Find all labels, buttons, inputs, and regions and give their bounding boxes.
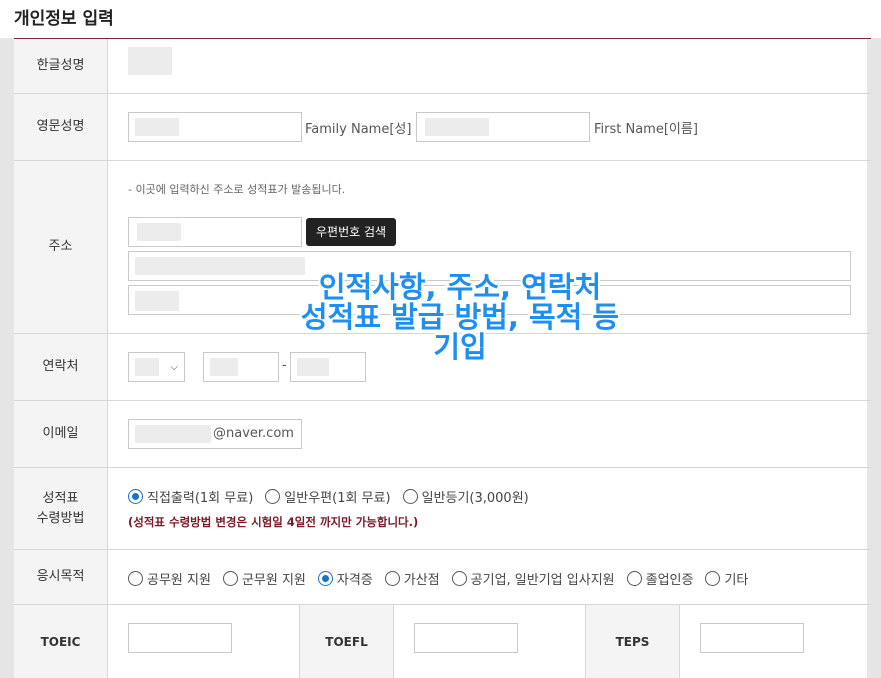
radio-job-application[interactable]: 공기업, 일반기업 입사지원 [451,569,615,588]
heading-strip [0,0,881,38]
teps-input[interactable] [700,623,804,653]
row-scores: TOEIC TOEFL TEPS [14,605,871,678]
row-receipt-method: 성적표 수령방법 직접출력(1회 무료) 일반우편(1회 무료) 일반등기(3,… [14,468,871,550]
address-line2-redacted [135,291,179,311]
toeic-cell [108,605,300,678]
radio-civil-servant[interactable]: 공무원 지원 [128,569,211,588]
radio-circle[interactable] [265,489,281,504]
radio-label: 군무원 지원 [241,573,306,588]
label-receipt-line2: 수령방법 [36,510,85,526]
address-hint: - 이곳에 입력하신 주소로 성적표가 발송됩니다. [128,183,346,196]
family-name-redacted [135,118,179,136]
first-name-redacted [425,118,489,136]
label-receipt-method: 성적표 수령방법 [14,468,108,549]
section-title: 개인정보 입력 [14,9,114,29]
radio-graduation[interactable]: 졸업인증 [626,569,694,588]
row-korean-name: 한글성명 [14,39,871,94]
radio-label: 일반우편(1회 무료) [284,491,391,506]
korean-name-value [108,39,871,93]
teps-cell [680,605,871,678]
radio-military-civilian[interactable]: 군무원 지원 [222,569,306,588]
radio-circle[interactable] [128,571,143,586]
purpose-options: 공무원 지원 군무원 지원 자격증 가산점 공기업, 일반기업 입사지원 졸업인… [128,569,760,588]
label-teps: TEPS [586,605,680,678]
phone-prefix-redacted [135,358,159,376]
row-email: 이메일 @naver.com [14,401,871,468]
label-english-name: 영문성명 [14,94,108,160]
label-email: 이메일 [14,401,108,467]
radio-label: 기타 [724,573,749,588]
first-name-label: First Name[이름] [594,122,698,137]
radio-direct-print[interactable]: 직접출력(1회 무료) [128,487,253,506]
family-name-label: Family Name[성] [305,122,412,137]
annotation-overlay: 인적사항, 주소, 연락처 성적표 발급 방법, 목적 등 기입 [230,272,690,362]
radio-circle[interactable] [626,571,642,586]
radio-circle[interactable] [402,489,418,504]
radio-circle[interactable] [384,571,400,586]
radio-label: 자격증 [336,573,373,588]
phone-prefix-select[interactable]: ⌵ [128,352,185,382]
overlay-line2: 성적표 발급 방법, 목적 등 [300,300,620,334]
label-address: 주소 [14,161,108,333]
row-english-name: 영문성명 Family Name[성] First Name[이름] [14,94,871,161]
family-name-input[interactable] [128,112,302,142]
email-domain: @naver.com [213,426,294,441]
radio-registered-mail[interactable]: 일반등기(3,000원) [402,487,529,506]
radio-circle[interactable] [705,571,721,586]
radio-label: 가산점 [403,573,440,588]
radio-label: 직접출력(1회 무료) [147,491,254,506]
postcode-input[interactable] [128,217,302,247]
toeic-input[interactable] [128,623,232,653]
postcode-redacted [137,223,181,241]
radio-other[interactable]: 기타 [705,569,748,588]
label-purpose: 응시목적 [14,550,108,604]
postcode-search-button[interactable]: 우편번호 검색 [306,218,397,246]
email-input[interactable]: @naver.com [128,419,302,449]
radio-label: 졸업인증 [645,573,694,588]
email-id-redacted [135,425,211,443]
overlay-line3: 기입 [433,330,487,364]
toefl-cell [394,605,586,678]
overlay-line1: 인적사항, 주소, 연락처 [318,270,602,304]
chevron-down-icon: ⌵ [170,362,178,373]
korean-name-redacted [128,47,172,75]
label-toefl: TOEFL [300,605,394,678]
radio-label: 공무원 지원 [147,573,211,588]
row-purpose: 응시목적 공무원 지원 군무원 지원 자격증 가산점 공기업, 일반기업 입사지… [14,550,871,605]
toefl-input[interactable] [414,623,518,653]
label-contact: 연락처 [14,334,108,400]
radio-circle[interactable] [451,571,467,586]
radio-label: 일반등기(3,000원) [421,491,529,506]
radio-certificate[interactable]: 자격증 [317,569,373,588]
radio-bonus-points[interactable]: 가산점 [384,569,440,588]
radio-circle-checked[interactable] [128,489,143,504]
label-korean-name: 한글성명 [14,39,108,93]
radio-circle[interactable] [222,571,238,586]
radio-circle-checked[interactable] [317,571,333,586]
receipt-note: (성적표 수령방법 변경은 시험일 4일전 까지만 가능합니다.) [128,515,419,529]
receipt-options: 직접출력(1회 무료) 일반우편(1회 무료) 일반등기(3,000원) [128,487,541,506]
label-toeic: TOEIC [14,605,108,678]
radio-label: 공기업, 일반기업 입사지원 [470,573,615,588]
radio-regular-mail[interactable]: 일반우편(1회 무료) [265,487,391,506]
first-name-input[interactable] [416,112,590,142]
label-receipt-line1: 성적표 [42,491,79,506]
